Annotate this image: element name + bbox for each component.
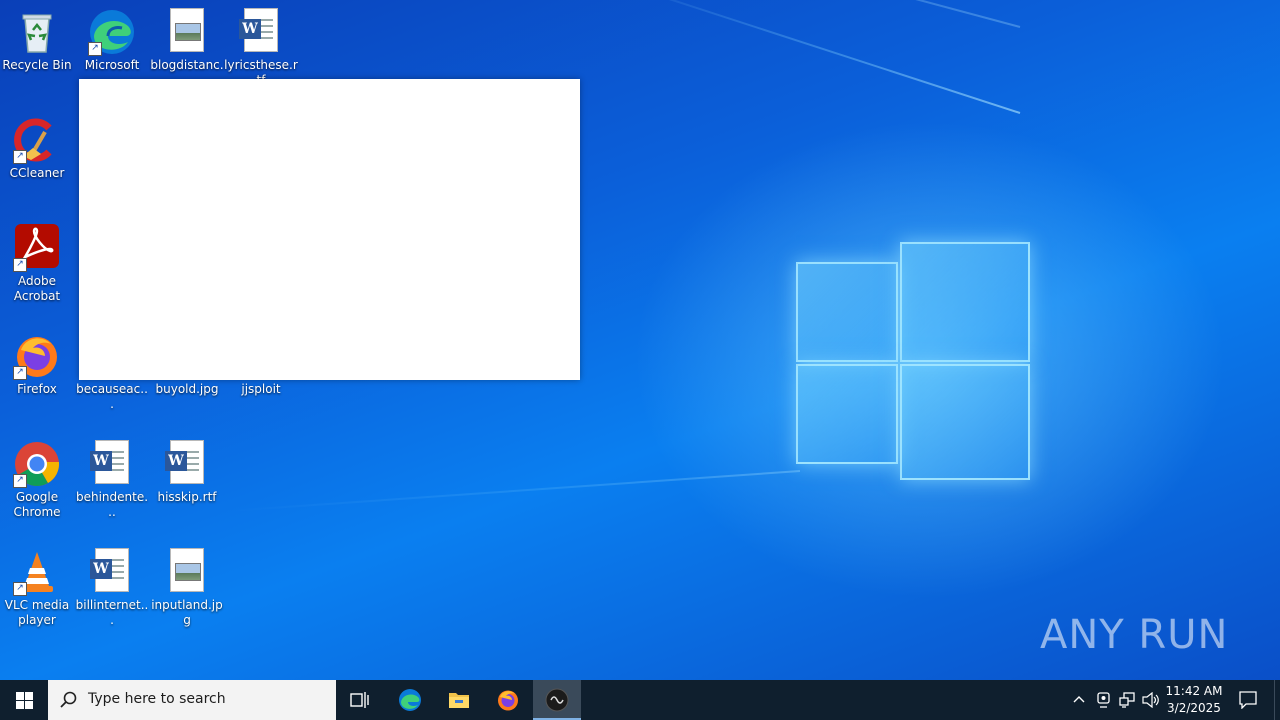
desktop-icon-becauseac[interactable]: becauseac... [75,382,149,412]
shortcut-arrow-icon: ↗ [13,582,27,596]
show-desktop-button[interactable] [1274,680,1280,720]
wallpaper-beam [601,0,1021,114]
shortcut-arrow-icon: ↗ [88,42,102,56]
icon-label: Recycle Bin [2,58,72,72]
tray-network-button[interactable] [1116,680,1138,720]
desktop-icon-google-chrome[interactable]: ↗ Google Chrome [0,436,74,520]
tray-volume-button[interactable] [1140,680,1162,720]
word-document-icon: W [88,548,136,596]
blank-window[interactable] [79,79,580,380]
word-document-icon: W [163,440,211,488]
search-placeholder: Type here to search [88,691,226,707]
desktop-icon-recycle-bin[interactable]: Recycle Bin [0,4,74,73]
desktop-icon-blogdistanc[interactable]: blogdistanc... [150,4,224,88]
notification-icon [1239,691,1257,709]
desktop-icon-jjsploit[interactable]: jjsploit [224,382,298,397]
clock-date: 3/2/2025 [1167,701,1221,715]
desktop-icon-inputland[interactable]: inputland.jpg [150,544,224,628]
icon-label: Google Chrome [13,490,61,519]
icon-label: billinternet... [75,598,149,627]
icon-label: buyold.jpg [155,382,219,396]
word-document-icon: W [237,8,285,56]
desktop-icon-buyold[interactable]: buyold.jpg [150,382,224,397]
word-document-icon: W [88,440,136,488]
icon-label: CCleaner [9,166,65,180]
icon-label: jjsploit [241,382,281,396]
icon-label: becauseac... [76,382,148,411]
desktop-icon-behindente[interactable]: W behindente... [75,436,149,520]
app-icon [545,688,569,712]
icon-label: Firefox [17,382,57,396]
image-file-icon [163,8,211,56]
taskbar-active-app-button[interactable] [533,680,581,720]
desktop-icon-billinternet[interactable]: W billinternet... [75,544,149,628]
chevron-up-icon [1073,696,1085,703]
ccleaner-icon: ↗ [13,116,61,164]
desktop-icon-microsoft-edge[interactable]: ↗ Microsoft Edge [75,4,149,73]
shortcut-arrow-icon: ↗ [13,474,27,488]
speaker-icon [1142,692,1159,708]
microsoft-edge-icon [399,689,421,711]
action-center-button[interactable] [1232,680,1264,720]
clock-time: 11:42 AM [1165,684,1223,698]
taskbar-firefox-button[interactable] [484,680,532,720]
anyrun-watermark: ANY RUN [1040,612,1229,658]
search-icon [60,691,77,708]
desktop-icon-hisskip[interactable]: W hisskip.rtf [150,436,224,505]
taskbar-search-box[interactable]: Type here to search [48,680,336,720]
vlc-cone-icon: ↗ [13,548,61,596]
firefox-icon [498,690,518,711]
taskbar-clock[interactable]: 11:42 AM 3/2/2025 [1162,683,1226,717]
desktop-icon-firefox[interactable]: ↗ Firefox [0,328,74,397]
desktop-icon-vlc[interactable]: ↗ VLC media player [0,544,74,628]
icon-label: inputland.jpg [151,598,223,627]
microsoft-edge-icon: ↗ [88,8,136,56]
image-file-icon [163,548,211,596]
wallpaper-beam [285,0,1021,28]
desktop[interactable]: Recycle Bin ↗ CCleaner ↗ Adobe Acrobat ↗… [0,0,1280,680]
icon-label: behindente... [75,490,149,519]
taskbar-file-explorer-button[interactable] [435,680,483,720]
shortcut-arrow-icon: ↗ [13,150,27,164]
desktop-icon-lyricsthese[interactable]: W lyricsthese.rtf [224,4,298,88]
task-view-button[interactable] [336,680,384,720]
shortcut-arrow-icon: ↗ [13,258,27,272]
google-chrome-icon: ↗ [13,440,61,488]
icon-label: Microsoft Edge [84,58,140,72]
tray-meet-now-button[interactable] [1092,680,1114,720]
webcam-icon [1097,692,1110,708]
desktop-icon-adobe-acrobat[interactable]: ↗ Adobe Acrobat [0,220,74,304]
shortcut-arrow-icon: ↗ [13,366,27,380]
icon-label: VLC media player [4,598,70,627]
icon-label: hisskip.rtf [157,490,217,504]
recycle-bin-icon [13,8,61,56]
desktop-icon-ccleaner[interactable]: ↗ CCleaner [0,112,74,181]
icon-label: Adobe Acrobat [13,274,61,303]
taskbar-edge-button[interactable] [386,680,434,720]
show-hidden-icons-button[interactable] [1068,680,1090,720]
folder-icon [449,693,469,708]
network-icon [1119,692,1135,708]
windows-logo-wallpaper [796,242,1030,480]
taskbar: Type here to search 11:42 AM 3/2/2025 [0,680,1280,720]
task-view-icon [350,692,369,708]
windows-logo-icon [16,692,33,709]
wallpaper-beam [231,470,801,512]
adobe-acrobat-icon: ↗ [13,224,61,272]
firefox-icon: ↗ [13,332,61,380]
start-button[interactable] [0,680,48,720]
